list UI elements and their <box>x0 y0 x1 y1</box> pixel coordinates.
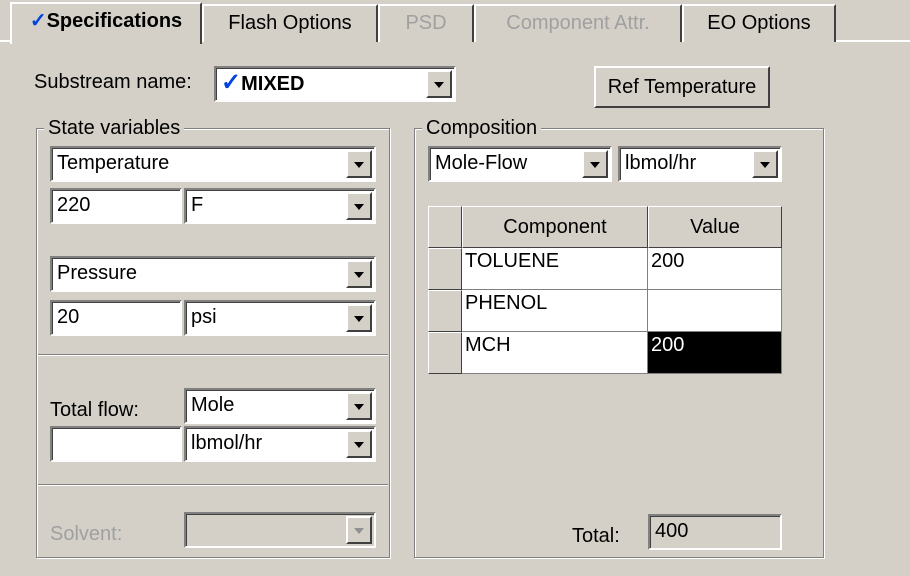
total-flow-unit-dropdown[interactable]: lbmol/hr <box>184 426 376 462</box>
ref-temperature-button[interactable]: Ref Temperature <box>594 66 770 108</box>
separator <box>38 354 388 356</box>
chevron-down-icon[interactable] <box>582 150 608 178</box>
component-cell[interactable]: PHENOL <box>462 290 648 332</box>
row-header[interactable] <box>428 290 462 332</box>
tab-eo-options[interactable]: EO Options <box>682 4 836 42</box>
temperature-input[interactable]: 220 <box>50 188 182 224</box>
chevron-down-icon <box>346 516 372 544</box>
specifications-panel: Substream name: ✓MIXED Ref Temperature S… <box>0 42 910 576</box>
tab-specifications[interactable]: ✓Specifications <box>10 2 202 44</box>
state-variable-2-value: Pressure <box>57 262 138 284</box>
state-variable-1-value: Temperature <box>57 152 170 174</box>
substream-label: Substream name: <box>34 71 192 93</box>
chevron-down-icon[interactable] <box>346 260 372 288</box>
total-flow-basis-value: Mole <box>191 394 235 416</box>
tab-psd-label: PSD <box>405 12 447 34</box>
composition-basis-dropdown[interactable]: Mole-Flow <box>428 146 612 182</box>
composition-unit-value: lbmol/hr <box>625 152 697 174</box>
value-cell-selected[interactable]: 200 <box>648 332 782 374</box>
pressure-unit-value: psi <box>191 306 217 328</box>
temperature-unit-dropdown[interactable]: F <box>184 188 376 224</box>
check-icon: ✓ <box>221 69 242 96</box>
chevron-down-icon[interactable] <box>346 304 372 332</box>
value-cell[interactable]: 200 <box>648 248 782 290</box>
component-cell[interactable]: TOLUENE <box>462 248 648 290</box>
composition-title: Composition <box>422 117 542 139</box>
total-label: Total: <box>572 525 620 547</box>
tab-eo-options-label: EO Options <box>707 12 811 34</box>
column-header-value[interactable]: Value <box>648 206 782 248</box>
row-header[interactable] <box>428 248 462 290</box>
state-variable-1-dropdown[interactable]: Temperature <box>50 146 376 182</box>
chevron-down-icon[interactable] <box>426 70 452 98</box>
state-variables-title: State variables <box>44 117 185 139</box>
chevron-down-icon[interactable] <box>346 192 372 220</box>
value-cell[interactable] <box>648 290 782 332</box>
total-flow-unit-value: lbmol/hr <box>191 432 263 454</box>
separator <box>38 484 388 486</box>
check-icon: ✓ <box>29 10 47 32</box>
solvent-dropdown <box>184 512 376 548</box>
chevron-down-icon[interactable] <box>346 430 372 458</box>
composition-grid[interactable]: Component Value TOLUENE 200 PHENOL MCH 2… <box>428 206 782 384</box>
grid-corner <box>428 206 462 248</box>
substream-dropdown[interactable]: ✓MIXED <box>214 66 456 102</box>
total-flow-basis-dropdown[interactable]: Mole <box>184 388 376 424</box>
composition-basis-value: Mole-Flow <box>435 152 528 174</box>
state-variable-2-dropdown[interactable]: Pressure <box>50 256 376 292</box>
row-header[interactable] <box>428 332 462 374</box>
chevron-down-icon[interactable] <box>346 150 372 178</box>
tab-component-attr-label: Component Attr. <box>506 12 650 34</box>
solvent-label: Solvent: <box>50 523 123 545</box>
composition-unit-dropdown[interactable]: lbmol/hr <box>618 146 782 182</box>
tab-flash-options[interactable]: Flash Options <box>202 4 378 42</box>
tab-component-attr: Component Attr. <box>474 4 682 42</box>
total-flow-label: Total flow: <box>50 399 139 421</box>
substream-value: MIXED <box>241 73 305 95</box>
pressure-unit-dropdown[interactable]: psi <box>184 300 376 336</box>
total-value-field: 400 <box>648 514 782 550</box>
tab-specifications-label: Specifications <box>46 10 183 32</box>
temperature-unit-value: F <box>191 194 204 216</box>
tab-flash-options-label: Flash Options <box>228 12 352 34</box>
component-cell[interactable]: MCH <box>462 332 648 374</box>
chevron-down-icon[interactable] <box>752 150 778 178</box>
total-flow-input[interactable] <box>50 426 182 462</box>
column-header-component[interactable]: Component <box>462 206 648 248</box>
chevron-down-icon[interactable] <box>346 392 372 420</box>
tab-psd: PSD <box>378 4 474 42</box>
pressure-input[interactable]: 20 <box>50 300 182 336</box>
